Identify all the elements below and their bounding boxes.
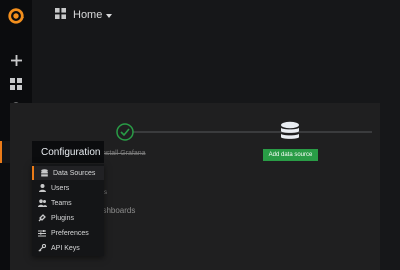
menu-item-label: Teams bbox=[51, 199, 72, 207]
users-icon bbox=[37, 199, 47, 207]
plus-icon[interactable] bbox=[0, 48, 32, 72]
menu-item-preferences[interactable]: Preferences bbox=[32, 226, 104, 240]
dashboards-icon[interactable] bbox=[0, 72, 32, 96]
configuration-menu: Data Sources Users Teams Plugins Prefere… bbox=[32, 164, 104, 256]
menu-item-label: Data Sources bbox=[53, 169, 96, 177]
menu-item-label: Plugins bbox=[51, 214, 74, 222]
menu-item-plugins[interactable]: Plugins bbox=[32, 211, 104, 225]
page-title: Home bbox=[73, 9, 103, 21]
key-icon bbox=[37, 244, 47, 252]
menu-item-users[interactable]: Users bbox=[32, 181, 104, 195]
progress-line bbox=[122, 131, 372, 133]
menu-item-label: API Keys bbox=[51, 244, 80, 252]
step-install-label: Install Grafana bbox=[100, 150, 146, 157]
grafana-logo-icon[interactable] bbox=[0, 4, 32, 28]
user-icon bbox=[37, 184, 47, 192]
configuration-menu-title: Configuration bbox=[32, 141, 104, 163]
sliders-icon bbox=[37, 229, 47, 237]
menu-item-label: Users bbox=[51, 184, 70, 192]
top-bar: Home bbox=[32, 0, 400, 32]
menu-item-teams[interactable]: Teams bbox=[32, 196, 104, 210]
add-data-source-button[interactable]: Add data source bbox=[263, 149, 318, 161]
grafana-app: Home Install Grafana Add data source s a… bbox=[0, 0, 400, 270]
check-circle-icon bbox=[116, 123, 134, 146]
database-icon bbox=[39, 169, 49, 177]
section-fragment: s bbox=[104, 190, 107, 196]
menu-item-api-keys[interactable]: API Keys bbox=[32, 241, 104, 255]
chevron-down-icon bbox=[106, 9, 113, 21]
menu-item-data-sources[interactable]: Data Sources bbox=[32, 166, 104, 180]
dashboard-picker[interactable]: Home bbox=[55, 8, 113, 22]
menu-item-label: Preferences bbox=[51, 229, 89, 237]
database-icon bbox=[280, 121, 300, 148]
dashboard-grid-icon bbox=[55, 8, 66, 22]
plug-icon bbox=[37, 214, 47, 222]
